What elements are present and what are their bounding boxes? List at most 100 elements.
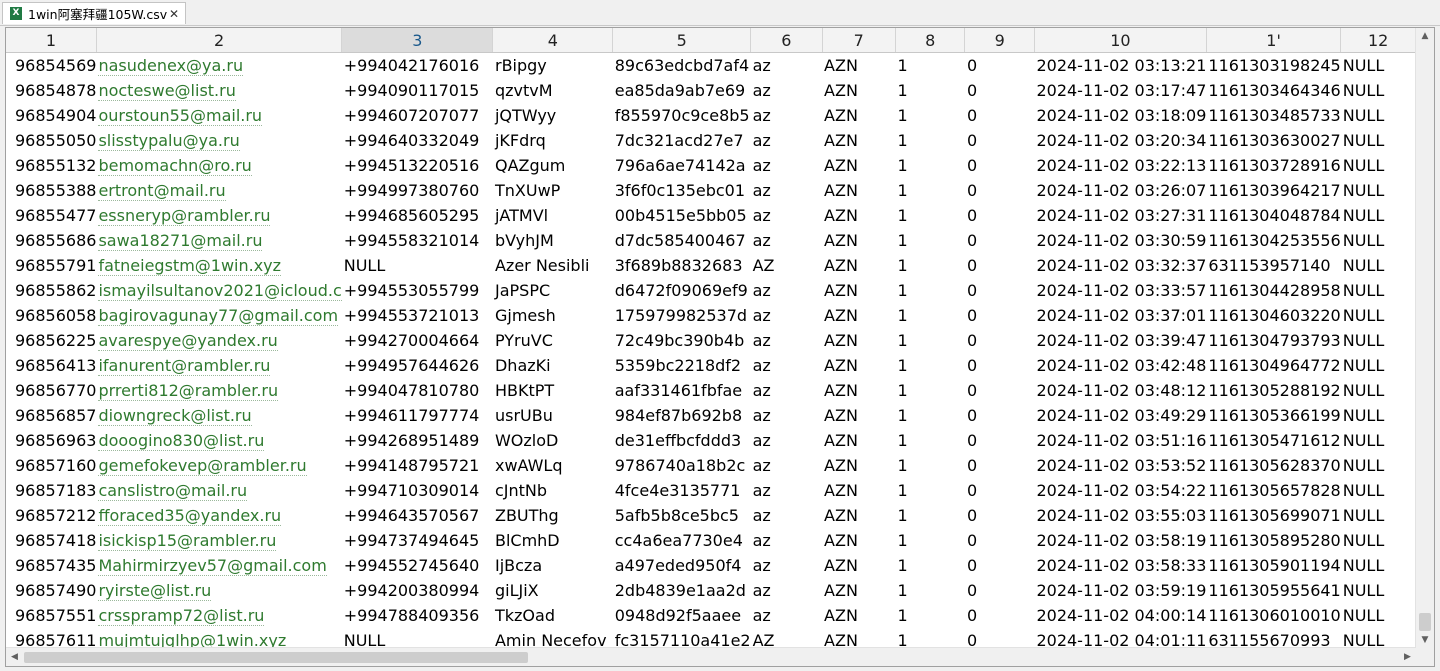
cell-col-2[interactable]: prrerti812@rambler.ru (96, 378, 341, 403)
cell-col-6[interactable]: az (751, 353, 822, 378)
cell-col-3[interactable]: +994997380760 (342, 178, 493, 203)
cell-col-1[interactable]: 96856963 (6, 428, 96, 453)
cell-col-6[interactable]: az (751, 528, 822, 553)
cell-col-8[interactable]: 1 (895, 228, 964, 253)
cell-col-12[interactable]: NULL (1341, 403, 1416, 428)
cell-col-4[interactable]: qzvtvM (493, 78, 613, 103)
cell-col-10[interactable]: 2024-11-02 03:58:19 (1034, 528, 1206, 553)
cell-col-9[interactable]: 0 (965, 603, 1034, 628)
cell-col-9[interactable]: 0 (965, 153, 1034, 178)
cell-col-8[interactable]: 1 (895, 578, 964, 603)
cell-col-5[interactable]: f855970c9ce8b5 (613, 103, 751, 128)
cell-col-10[interactable]: 2024-11-02 03:27:31 (1034, 203, 1206, 228)
column-header-5[interactable]: 5 (612, 28, 752, 53)
cell-col-7[interactable]: AZN (822, 53, 895, 79)
cell-col-10[interactable]: 2024-11-02 03:26:07 (1034, 178, 1206, 203)
cell-col-8[interactable]: 1 (895, 303, 964, 328)
cell-col-4[interactable]: jQTWyy (493, 103, 613, 128)
cell-col-9[interactable]: 0 (965, 103, 1034, 128)
cell-col-9[interactable]: 0 (965, 528, 1034, 553)
cell-col-11[interactable]: 1161304428958 (1206, 278, 1340, 303)
cell-col-7[interactable]: AZN (822, 303, 895, 328)
cell-col-12[interactable]: NULL (1341, 478, 1416, 503)
cell-col-2[interactable]: isickisp15@rambler.ru (96, 528, 341, 553)
cell-col-11[interactable]: 1161303198245 (1206, 53, 1340, 79)
cell-col-2[interactable]: slisstypalu@ya.ru (96, 128, 341, 153)
cell-col-4[interactable]: TnXUwP (493, 178, 613, 203)
scroll-down-icon[interactable]: ▼ (1416, 632, 1434, 649)
cell-col-6[interactable]: az (751, 478, 822, 503)
cell-col-11[interactable]: 1161305288192 (1206, 378, 1340, 403)
cell-col-4[interactable]: Azer Nesibli (493, 253, 613, 278)
email-link[interactable]: isickisp15@rambler.ru (98, 531, 277, 551)
cell-col-11[interactable]: 1161304793793 (1206, 328, 1340, 353)
email-link[interactable]: fforaced35@yandex.ru (98, 506, 282, 526)
cell-col-7[interactable]: AZN (822, 628, 895, 649)
cell-col-11[interactable]: 631153957140 (1206, 253, 1340, 278)
cell-col-2[interactable]: ryirste@list.ru (96, 578, 341, 603)
cell-col-4[interactable]: ZBUThg (493, 503, 613, 528)
cell-col-12[interactable]: NULL (1341, 203, 1416, 228)
cell-col-10[interactable]: 2024-11-02 03:30:59 (1034, 228, 1206, 253)
horizontal-scroll-thumb[interactable] (24, 652, 528, 663)
cell-col-11[interactable]: 1161305657828 (1206, 478, 1340, 503)
close-icon[interactable]: ✕ (169, 7, 179, 21)
cell-col-10[interactable]: 2024-11-02 04:01:11 (1034, 628, 1206, 649)
cell-col-11[interactable]: 1161303464346 (1206, 78, 1340, 103)
cell-col-3[interactable]: +994148795721 (342, 453, 493, 478)
cell-col-2[interactable]: essneryp@rambler.ru (96, 203, 341, 228)
cell-col-2[interactable]: sawa18271@mail.ru (96, 228, 341, 253)
cell-col-12[interactable]: NULL (1341, 253, 1416, 278)
email-link[interactable]: prrerti812@rambler.ru (98, 381, 279, 401)
email-link[interactable]: nocteswe@list.ru (98, 81, 236, 101)
cell-col-12[interactable]: NULL (1341, 603, 1416, 628)
cell-col-1[interactable]: 96857490 (6, 578, 96, 603)
cell-col-5[interactable]: 5359bc2218df2 (613, 353, 751, 378)
cell-col-4[interactable]: giLJiX (493, 578, 613, 603)
cell-col-8[interactable]: 1 (895, 503, 964, 528)
cell-col-1[interactable]: 96856413 (6, 353, 96, 378)
cell-col-4[interactable]: QAZgum (493, 153, 613, 178)
cell-col-10[interactable]: 2024-11-02 03:53:52 (1034, 453, 1206, 478)
cell-col-10[interactable]: 2024-11-02 03:42:48 (1034, 353, 1206, 378)
cell-col-8[interactable]: 1 (895, 278, 964, 303)
cell-col-1[interactable]: 96856058 (6, 303, 96, 328)
email-link[interactable]: essneryp@rambler.ru (98, 206, 271, 226)
cell-col-7[interactable]: AZN (822, 603, 895, 628)
cell-col-3[interactable]: +994611797774 (342, 403, 493, 428)
cell-col-12[interactable]: NULL (1341, 503, 1416, 528)
cell-col-8[interactable]: 1 (895, 378, 964, 403)
cell-col-8[interactable]: 1 (895, 603, 964, 628)
column-header-2[interactable]: 2 (96, 28, 343, 53)
cell-col-3[interactable]: NULL (342, 628, 493, 649)
cell-col-12[interactable]: NULL (1341, 553, 1416, 578)
cell-col-7[interactable]: AZN (822, 278, 895, 303)
email-link[interactable]: ifanurent@rambler.ru (98, 356, 271, 376)
cell-col-5[interactable]: ea85da9ab7e69 (613, 78, 751, 103)
cell-col-9[interactable]: 0 (965, 353, 1034, 378)
cell-col-5[interactable]: a497eded950f4 (613, 553, 751, 578)
cell-col-2[interactable]: avarespye@yandex.ru (96, 328, 341, 353)
cell-col-11[interactable]: 1161304964772 (1206, 353, 1340, 378)
cell-col-9[interactable]: 0 (965, 378, 1034, 403)
cell-col-1[interactable]: 96855791 (6, 253, 96, 278)
cell-col-3[interactable]: +994607207077 (342, 103, 493, 128)
cell-col-10[interactable]: 2024-11-02 03:33:57 (1034, 278, 1206, 303)
cell-col-10[interactable]: 2024-11-02 03:55:03 (1034, 503, 1206, 528)
email-link[interactable]: Mahirmirzyev57@gmail.com (98, 556, 327, 576)
cell-col-1[interactable]: 96856225 (6, 328, 96, 353)
cell-col-3[interactable]: +994788409356 (342, 603, 493, 628)
cell-col-6[interactable]: az (751, 203, 822, 228)
cell-col-11[interactable]: 1161305699071 (1206, 503, 1340, 528)
cell-col-12[interactable]: NULL (1341, 53, 1416, 79)
cell-col-12[interactable]: NULL (1341, 153, 1416, 178)
email-link[interactable]: diowngreck@list.ru (98, 406, 252, 426)
cell-col-3[interactable]: +994558321014 (342, 228, 493, 253)
cell-col-7[interactable]: AZN (822, 328, 895, 353)
cell-col-12[interactable]: NULL (1341, 303, 1416, 328)
cell-col-12[interactable]: NULL (1341, 578, 1416, 603)
cell-col-2[interactable]: crsspramp72@list.ru (96, 603, 341, 628)
cell-col-4[interactable]: DhazKi (493, 353, 613, 378)
cell-col-3[interactable]: +994640332049 (342, 128, 493, 153)
cell-col-5[interactable]: 984ef87b692b8 (613, 403, 751, 428)
